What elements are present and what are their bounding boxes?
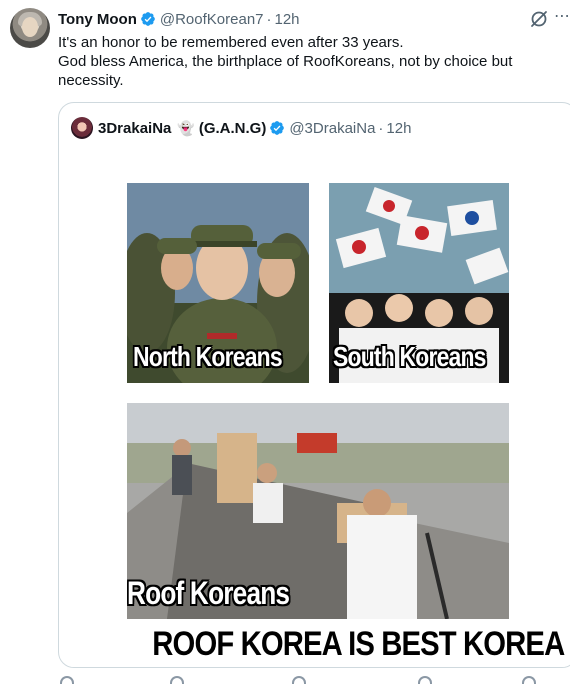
panel-south-koreans: South Koreans (329, 183, 509, 383)
author-name[interactable]: Tony Moon (58, 11, 137, 28)
tweet-text: It's an honor to be remembered even afte… (58, 33, 558, 90)
tweet-timestamp[interactable]: 12h (275, 11, 300, 28)
more-icon[interactable]: ⋯ (554, 9, 570, 29)
quote-author-handle[interactable]: @3DrakaiNa (289, 120, 375, 137)
bottom-caption: ROOF KOREA IS BEST KOREA (152, 625, 565, 663)
verified-badge-icon (141, 12, 155, 26)
verified-badge-icon (270, 121, 285, 135)
panel1-caption: North Koreans (133, 341, 283, 372)
quote-timestamp[interactable]: 12h (386, 120, 411, 137)
bookmark-icon[interactable] (522, 676, 536, 684)
like-icon[interactable] (292, 676, 306, 684)
author-avatar[interactable] (10, 8, 50, 48)
meme-image[interactable]: North Koreans South Koreans Roof Koreans… (67, 153, 569, 667)
action-bar (58, 676, 558, 684)
author-handle[interactable]: @RoofKorean7 (160, 11, 264, 28)
panel3-caption: Roof Koreans (127, 575, 290, 611)
ghost-emoji: 👻 (177, 119, 195, 136)
repost-icon[interactable] (170, 676, 184, 684)
tweet-text-line: It's an honor to be remembered even afte… (58, 34, 404, 51)
panel-north-koreans: North Koreans (127, 183, 309, 383)
reply-icon[interactable] (60, 676, 74, 684)
tweet-header: Tony Moon @RoofKorean7 · 12h (58, 9, 300, 29)
panel-roof-koreans: Roof Koreans (127, 403, 509, 619)
separator-dot: · (378, 119, 384, 137)
quote-author-name[interactable]: 3DrakaiNa (98, 120, 171, 137)
avatar-face (22, 17, 38, 37)
quote-header: 3DrakaiNa 👻 (G.A.N.G) @3DrakaiNa · 12h (71, 117, 411, 139)
panel2-caption: South Koreans (333, 341, 486, 372)
separator-dot: · (266, 10, 272, 28)
quote-author-avatar[interactable] (71, 117, 93, 139)
quoted-tweet[interactable]: 3DrakaiNa 👻 (G.A.N.G) @3DrakaiNa · 12h N… (58, 102, 570, 668)
quote-author-group[interactable]: (G.A.N.G) (199, 120, 267, 137)
views-icon[interactable] (418, 676, 432, 684)
grok-icon[interactable] (529, 9, 549, 29)
tweet-text-line: God bless America, the birthplace of Roo… (58, 53, 513, 89)
